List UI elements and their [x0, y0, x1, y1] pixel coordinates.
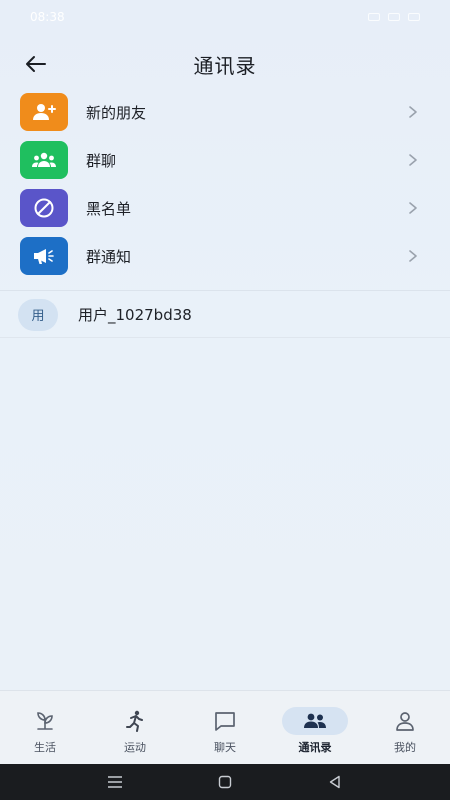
menu-button[interactable] — [100, 770, 130, 794]
chevron-right-icon — [409, 106, 417, 118]
menu-label: 新的朋友 — [86, 103, 147, 122]
menu-item-blacklist[interactable]: 黑名单 — [0, 184, 450, 232]
menu-label: 群通知 — [86, 247, 132, 266]
chevron-right-icon — [409, 202, 417, 214]
contacts-screen: 08:38 通讯录 新的朋友 群聊 黑名单 群通知 用 用户_1027bd38 … — [0, 0, 450, 800]
group-chats-icon-box — [20, 141, 68, 179]
tab-life[interactable]: 生活 — [9, 707, 81, 755]
system-nav-bar — [0, 764, 450, 800]
group-icon — [32, 152, 56, 167]
chevron-right-icon — [409, 154, 417, 166]
menu-item-group-notices[interactable]: 群通知 — [0, 232, 450, 280]
contact-list-item[interactable]: 用 用户_1027bd38 — [0, 292, 450, 338]
chevron-right-icon — [409, 250, 417, 262]
wifi-icon — [388, 13, 400, 21]
header: 通讯录 — [0, 40, 450, 88]
running-icon — [126, 710, 143, 732]
tab-chat[interactable]: 聊天 — [189, 707, 261, 755]
tab-label: 我的 — [394, 741, 416, 754]
blacklist-icon-box — [20, 189, 68, 227]
tab-label: 生活 — [34, 741, 56, 754]
hamburger-icon — [108, 776, 122, 788]
back-nav-button[interactable] — [320, 770, 350, 794]
contacts-icon — [304, 713, 326, 728]
page-title: 通讯录 — [193, 53, 257, 78]
home-square-icon — [218, 775, 232, 789]
back-arrow-icon — [26, 56, 46, 72]
bottom-tab-bar: 生活 运动 聊天 通讯录 我的 — [0, 690, 450, 764]
signal-icon — [368, 13, 380, 21]
tab-sports[interactable]: 运动 — [99, 707, 171, 755]
status-time: 08:38 — [30, 10, 65, 24]
chat-icon — [215, 712, 235, 731]
triangle-back-icon — [329, 775, 340, 789]
add-user-icon — [33, 104, 56, 120]
status-icons — [368, 13, 420, 21]
tab-label: 聊天 — [214, 741, 236, 754]
tab-label: 通讯录 — [298, 741, 332, 754]
person-icon — [396, 712, 414, 731]
status-bar: 08:38 — [0, 0, 450, 34]
sprout-icon — [37, 712, 53, 730]
tab-me[interactable]: 我的 — [369, 707, 441, 755]
back-button[interactable] — [18, 48, 54, 80]
tab-contacts[interactable]: 通讯录 — [279, 707, 351, 755]
tab-label: 运动 — [124, 741, 146, 754]
group-notices-icon-box — [20, 237, 68, 275]
new-friends-icon-box — [20, 93, 68, 131]
block-icon — [34, 198, 54, 218]
battery-icon — [408, 13, 420, 21]
avatar: 用 — [18, 298, 58, 331]
section-divider — [0, 290, 450, 291]
menu-label: 群聊 — [86, 151, 117, 170]
menu-item-group-chats[interactable]: 群聊 — [0, 136, 450, 184]
contact-name: 用户_1027bd38 — [78, 306, 192, 324]
home-button[interactable] — [210, 770, 240, 794]
menu-item-new-friends[interactable]: 新的朋友 — [0, 88, 450, 136]
megaphone-icon — [34, 249, 54, 264]
menu-label: 黑名单 — [86, 199, 132, 218]
contacts-menu: 新的朋友 群聊 黑名单 群通知 — [0, 88, 450, 280]
